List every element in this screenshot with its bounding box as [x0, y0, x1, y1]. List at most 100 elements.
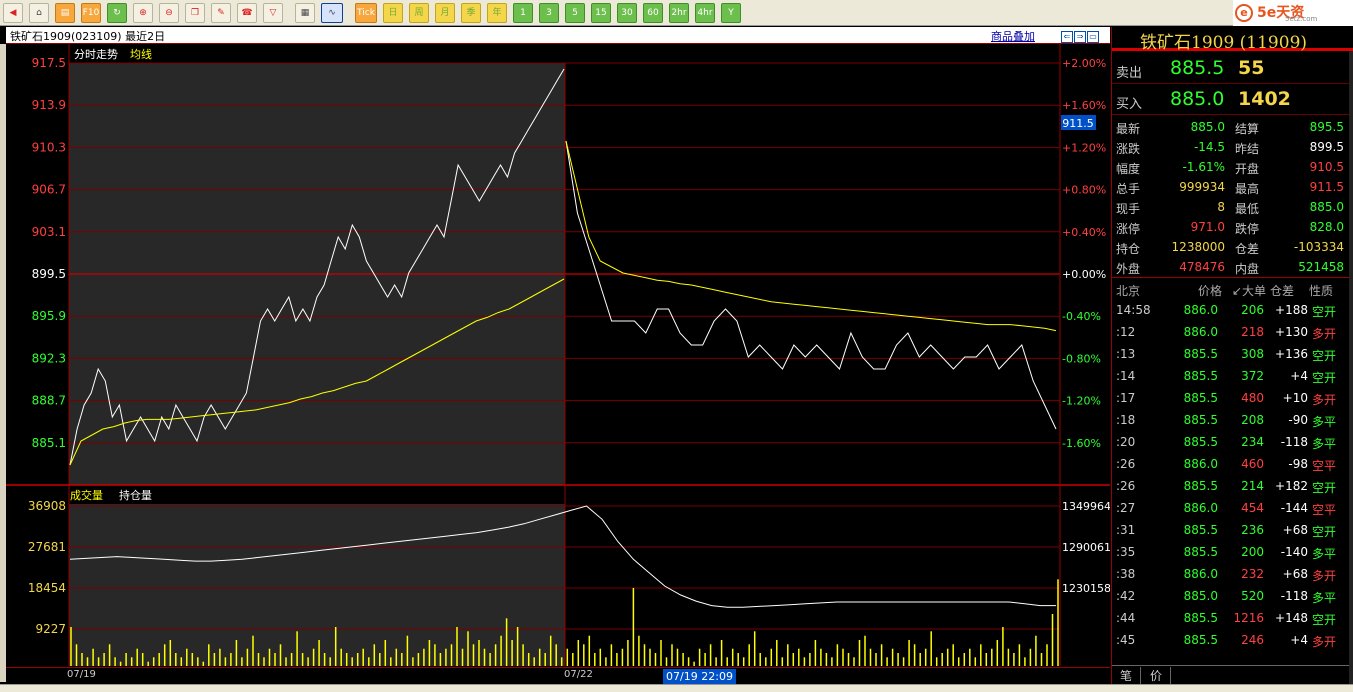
tick-time: :17 — [1116, 391, 1136, 405]
quote-tabs: 笔 价 — [1112, 665, 1350, 684]
stat-value: 899.5 — [1309, 140, 1344, 154]
1min-period-icon[interactable]: 1 — [513, 3, 533, 23]
tick-oi-diff: -118 — [1280, 589, 1308, 603]
toolbar: ◀ ⌂ ▤ F10 ↻ ⊕ ⊖ ❐ ✎ ☎ ▽ ▦ ∿ Tick 日周月季年 1 3 5 15 30 60 2hr 4hr Y — [0, 0, 1353, 26]
volume-panel-label: 成交量 — [70, 488, 103, 502]
4hr-period-icon[interactable]: 4hr — [695, 3, 715, 23]
tick-row: :26 886.0 460 -98 空平 — [1112, 454, 1350, 476]
filter-icon[interactable]: ▽ — [263, 3, 283, 23]
stat-label: 内盘 — [1235, 262, 1260, 276]
intraday-chart[interactable]: 917.5 +2.00% 913.9 +1.60% 910.3 +1.20% 906.7 +0… — [6, 44, 1110, 666]
tick-nature: 多平 — [1312, 415, 1337, 429]
15min-period-icon[interactable]: 15 — [591, 3, 611, 23]
tick-volume: 208 — [1241, 413, 1264, 427]
shrink-icon[interactable]: ⇐ — [1061, 31, 1073, 43]
price-tick-label: 895.9 — [32, 309, 66, 323]
expand-icon[interactable]: ⇒ — [1074, 31, 1086, 43]
tab-ticks[interactable]: 笔 — [1112, 667, 1142, 684]
f10-icon[interactable]: F10 — [81, 3, 101, 23]
tick-oi-diff: +182 — [1275, 479, 1308, 493]
back-icon[interactable]: ◀ — [3, 3, 23, 23]
tick-row: 14:58 886.0 206 +188 空开 — [1112, 300, 1350, 322]
chart-title: 铁矿石1909(023109) 最近2日 — [10, 30, 166, 43]
tick-time: :13 — [1116, 347, 1136, 361]
contract-name: 铁矿石1909 (11909) — [1140, 33, 1308, 53]
tab-prices[interactable]: 价 — [1142, 667, 1172, 684]
year-kline-icon[interactable]: Y — [721, 3, 741, 23]
tick-volume: 246 — [1241, 633, 1264, 647]
stat-value: 885.0 — [1190, 120, 1225, 134]
chart-header: 铁矿石1909(023109) 最近2日 商品叠加 ⇐ ⇒ ▭ — [6, 27, 1110, 44]
tick-volume: 520 — [1241, 589, 1264, 603]
price-tick-label: 892.3 — [32, 351, 66, 365]
tick-nature: 多开 — [1312, 569, 1337, 583]
price-tick-label: 917.5 — [32, 56, 66, 70]
stat-value: 895.5 — [1309, 120, 1344, 134]
stat-value: 885.0 — [1309, 200, 1344, 214]
3min-period-icon[interactable]: 3 — [539, 3, 559, 23]
tick-time: :20 — [1116, 435, 1136, 449]
overlay-link[interactable]: 商品叠加 — [991, 28, 1035, 44]
quote-stats: 最新 885.0 结算 895.5 涨跌 -14.5 昨结 899.5 幅度 -1.61% 开盘 91… — [1112, 118, 1350, 278]
tick-oi-diff: +130 — [1275, 325, 1308, 339]
tick-time: :35 — [1116, 545, 1136, 559]
tick-oi-diff: +188 — [1275, 303, 1308, 317]
stat-label: 总手 — [1116, 182, 1141, 196]
tick-nature: 空开 — [1312, 305, 1337, 319]
year-period-icon[interactable]: 年 — [487, 3, 507, 23]
restore-icon[interactable]: ▭ — [1087, 31, 1099, 43]
tick-price: 885.5 — [1183, 369, 1218, 383]
2hr-period-icon[interactable]: 2hr — [669, 3, 689, 23]
zoom-in-icon[interactable]: ⊕ — [133, 3, 153, 23]
tick-nature: 空开 — [1312, 525, 1337, 539]
bid-price: 885.0 — [1170, 88, 1225, 110]
refresh-icon[interactable]: ↻ — [107, 3, 127, 23]
tick-price: 885.5 — [1183, 391, 1218, 405]
tick-time: 14:58 — [1116, 303, 1151, 317]
30min-period-icon[interactable]: 30 — [617, 3, 637, 23]
day-period-icon[interactable]: 日 — [383, 3, 403, 23]
tick-row: :31 885.5 236 +68 空开 — [1112, 520, 1350, 542]
home-icon[interactable]: ⌂ — [29, 3, 49, 23]
windows-icon[interactable]: ❐ — [185, 3, 205, 23]
tick-oi-diff: +68 — [1282, 567, 1308, 581]
panel-scrollbar[interactable] — [1349, 51, 1353, 684]
pen-icon[interactable]: ✎ — [211, 3, 231, 23]
60min-period-icon[interactable]: 60 — [643, 3, 663, 23]
stat-label: 涨跌 — [1116, 142, 1141, 156]
tick-row: :42 885.0 520 -118 多平 — [1112, 586, 1350, 608]
5min-period-icon[interactable]: 5 — [565, 3, 585, 23]
tick-volume: 236 — [1241, 523, 1264, 537]
price-tick-label: 885.1 — [32, 436, 66, 450]
intraday-chart-icon[interactable]: ∿ — [321, 3, 343, 23]
date-label: 07/19 — [67, 669, 96, 680]
stat-value: 999934 — [1179, 180, 1225, 194]
stat-value: 911.5 — [1309, 180, 1344, 194]
tick-icon[interactable]: Tick — [355, 3, 377, 23]
tick-time: :45 — [1116, 633, 1136, 647]
week-period-icon[interactable]: 周 — [409, 3, 429, 23]
quarter-period-icon[interactable]: 季 — [461, 3, 481, 23]
zoom-out-icon[interactable]: ⊖ — [159, 3, 179, 23]
tick-nature: 多开 — [1312, 393, 1337, 407]
pct-tick-label: +2.00% — [1062, 57, 1106, 70]
ask-row: 卖出 885.5 55 — [1112, 54, 1350, 84]
tick-price: 886.0 — [1183, 303, 1218, 317]
tick-volume: 200 — [1241, 545, 1264, 559]
alarm-icon[interactable]: ☎ — [237, 3, 257, 23]
price-tick-label: 910.3 — [32, 140, 66, 154]
tick-nature: 多开 — [1312, 635, 1337, 649]
cursor-price: 911.5 — [1062, 117, 1094, 130]
tick-price: 885.5 — [1183, 545, 1218, 559]
oi-tick-label: 1349964 — [1062, 500, 1110, 513]
table-icon[interactable]: ▦ — [295, 3, 315, 23]
oi-panel-label: 持仓量 — [119, 488, 152, 502]
month-period-icon[interactable]: 月 — [435, 3, 455, 23]
news-icon[interactable]: ▤ — [55, 3, 75, 23]
pct-tick-label: +0.80% — [1062, 184, 1106, 197]
stat-value: 828.0 — [1309, 220, 1344, 234]
quote-panel: 铁矿石1909 (11909) 卖出 885.5 55 买入 885.0 140… — [1111, 27, 1353, 684]
price-tick-label: 913.9 — [32, 98, 66, 112]
pct-tick-label: +0.00% — [1062, 268, 1106, 281]
tick-volume: 214 — [1241, 479, 1264, 493]
